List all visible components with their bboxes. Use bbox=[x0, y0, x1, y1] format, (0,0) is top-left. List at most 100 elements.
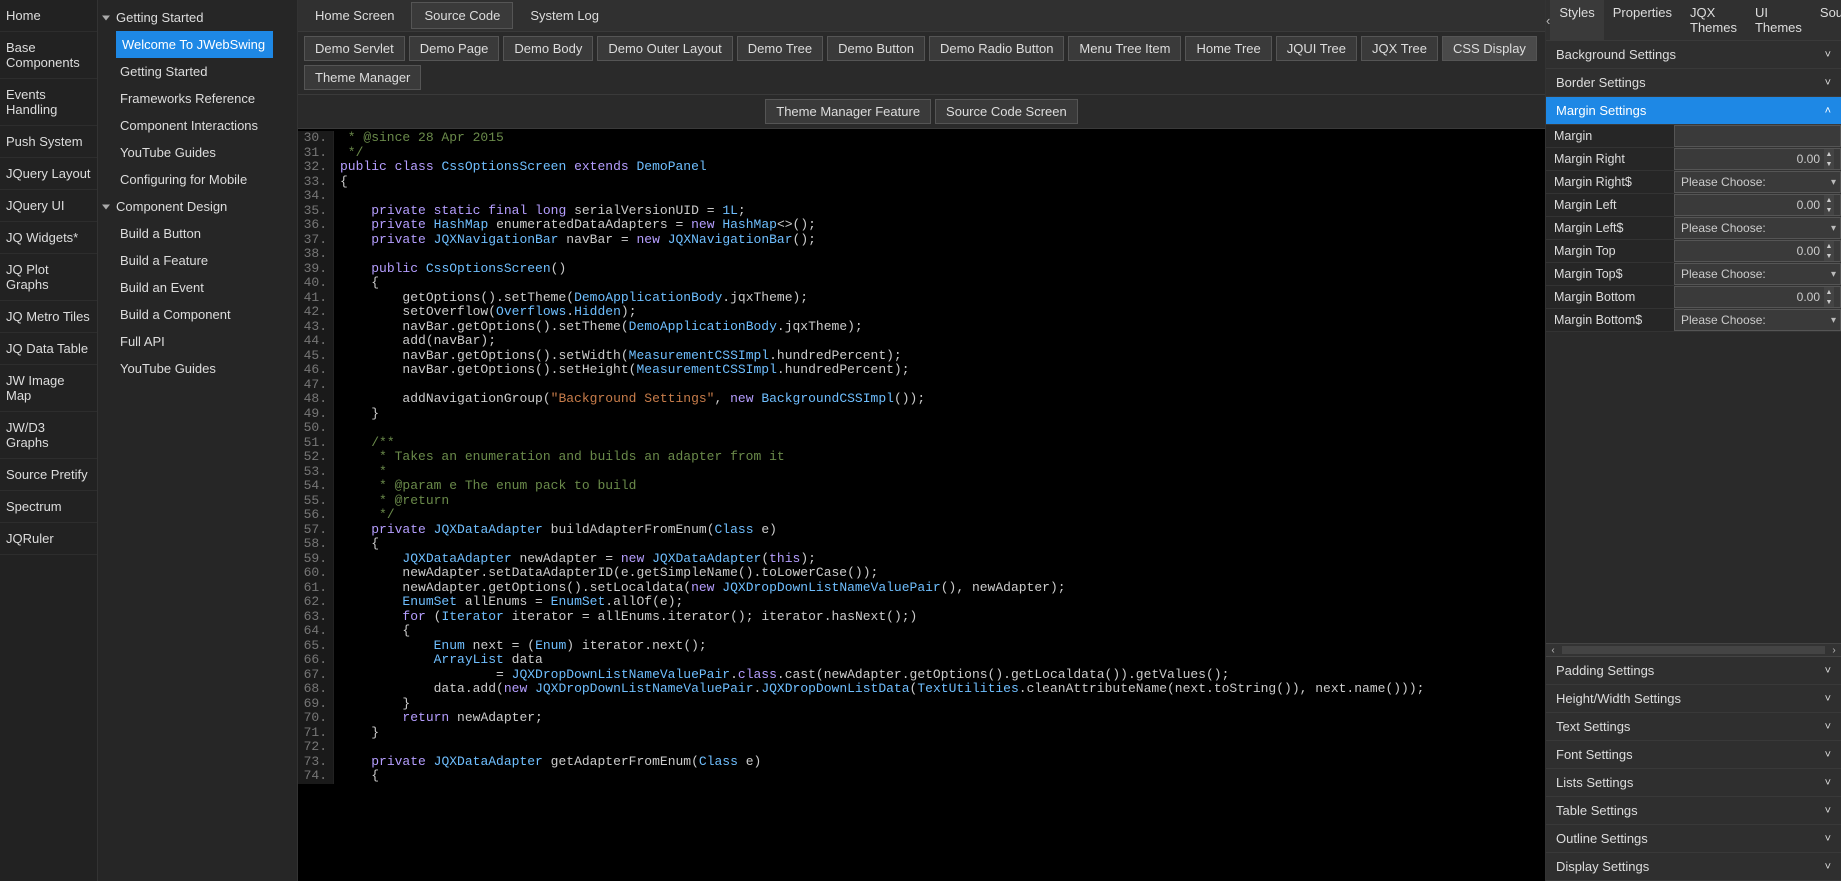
demo-button-row-2: Theme Manager FeatureSource Code Screen bbox=[298, 95, 1545, 129]
demo-button-demo-tree[interactable]: Demo Tree bbox=[737, 36, 823, 61]
tree-group-getting-started[interactable]: Getting Started bbox=[98, 4, 297, 31]
left-nav-item-jqruler[interactable]: JQRuler bbox=[0, 523, 97, 555]
demo-button-demo-servlet[interactable]: Demo Servlet bbox=[304, 36, 405, 61]
number-input[interactable]: 0.00▲▼ bbox=[1674, 286, 1841, 308]
right-tab-row: ‹ StylesPropertiesJQX ThemesUI ThemesSou… bbox=[1546, 0, 1841, 41]
tree-item-configuring-for-mobile[interactable]: Configuring for Mobile bbox=[98, 166, 297, 193]
left-nav-item-jq-widgets-[interactable]: JQ Widgets* bbox=[0, 222, 97, 254]
scroll-left-icon[interactable]: ‹ bbox=[1546, 645, 1560, 656]
tree-item-youtube-guides[interactable]: YouTube Guides bbox=[98, 355, 297, 382]
step-up-icon[interactable]: ▲ bbox=[1824, 195, 1834, 205]
code-line: 60. newAdapter.setDataAdapterID(e.getSim… bbox=[298, 566, 1545, 581]
section-margin-settings[interactable]: Margin Settings˄ bbox=[1546, 97, 1841, 125]
left-nav-item-spectrum[interactable]: Spectrum bbox=[0, 491, 97, 523]
tree-item-build-an-event[interactable]: Build an Event bbox=[98, 274, 297, 301]
tree-item-welcome-to-jwebswing[interactable]: Welcome To JWebSwing bbox=[116, 31, 273, 58]
right-tab-styles[interactable]: Styles bbox=[1550, 0, 1603, 40]
chevron-icon: ˅ bbox=[1825, 665, 1831, 677]
chevron-icon: ˅ bbox=[1825, 693, 1831, 705]
demo-button-demo-body[interactable]: Demo Body bbox=[503, 36, 593, 61]
step-up-icon[interactable]: ▲ bbox=[1824, 287, 1834, 297]
number-input[interactable]: 0.00▲▼ bbox=[1674, 240, 1841, 262]
dropdown-input[interactable]: Please Choose: bbox=[1674, 263, 1841, 285]
tree-item-component-interactions[interactable]: Component Interactions bbox=[98, 112, 297, 139]
right-panel-scroll-hint[interactable]: ‹ › bbox=[1546, 643, 1841, 657]
tree-item-youtube-guides[interactable]: YouTube Guides bbox=[98, 139, 297, 166]
prop-row-margin-top-: Margin Top$Please Choose: bbox=[1546, 263, 1841, 286]
left-nav-item-source-pretify[interactable]: Source Pretify bbox=[0, 459, 97, 491]
code-line: 32.public class CssOptionsScreen extends… bbox=[298, 160, 1545, 175]
scroll-right-icon[interactable]: › bbox=[1827, 645, 1841, 656]
chevron-icon: ˅ bbox=[1825, 77, 1831, 89]
section-outline-settings[interactable]: Outline Settings˅ bbox=[1546, 825, 1841, 853]
tree-item-build-a-feature[interactable]: Build a Feature bbox=[98, 247, 297, 274]
left-nav-item-jquery-layout[interactable]: JQuery Layout bbox=[0, 158, 97, 190]
right-tab-ui-themes[interactable]: UI Themes bbox=[1746, 0, 1811, 40]
right-panel: ‹ StylesPropertiesJQX ThemesUI ThemesSou… bbox=[1545, 0, 1841, 881]
tree-item-build-a-component[interactable]: Build a Component bbox=[98, 301, 297, 328]
section-display-settings[interactable]: Display Settings˅ bbox=[1546, 853, 1841, 881]
left-nav-item-jq-data-table[interactable]: JQ Data Table bbox=[0, 333, 97, 365]
left-nav-item-jw-d3-graphs[interactable]: JW/D3 Graphs bbox=[0, 412, 97, 459]
main-tab-system-log[interactable]: System Log bbox=[517, 2, 612, 29]
right-tab-jqx-themes[interactable]: JQX Themes bbox=[1681, 0, 1746, 40]
prop-label: Margin Bottom$ bbox=[1546, 313, 1674, 327]
dropdown-input[interactable]: Please Choose: bbox=[1674, 309, 1841, 331]
dropdown-input[interactable]: Please Choose: bbox=[1674, 217, 1841, 239]
step-up-icon[interactable]: ▲ bbox=[1824, 241, 1834, 251]
prop-label: Margin Right$ bbox=[1546, 175, 1674, 189]
step-up-icon[interactable]: ▲ bbox=[1824, 149, 1834, 159]
section-font-settings[interactable]: Font Settings˅ bbox=[1546, 741, 1841, 769]
section-background-settings[interactable]: Background Settings˅ bbox=[1546, 41, 1841, 69]
left-nav-item-home[interactable]: Home bbox=[0, 0, 97, 32]
demo-button-menu-tree-item[interactable]: Menu Tree Item bbox=[1068, 36, 1181, 61]
left-nav-item-push-system[interactable]: Push System bbox=[0, 126, 97, 158]
chevron-icon: ˄ bbox=[1825, 105, 1831, 117]
left-nav-item-jquery-ui[interactable]: JQuery UI bbox=[0, 190, 97, 222]
prop-row-margin-bottom-: Margin Bottom$Please Choose: bbox=[1546, 309, 1841, 332]
prop-label: Margin Bottom bbox=[1546, 290, 1674, 304]
section-table-settings[interactable]: Table Settings˅ bbox=[1546, 797, 1841, 825]
main-tab-home-screen[interactable]: Home Screen bbox=[302, 2, 407, 29]
section-border-settings[interactable]: Border Settings˅ bbox=[1546, 69, 1841, 97]
demo-button-css-display[interactable]: CSS Display bbox=[1442, 36, 1537, 61]
left-nav-item-base-components[interactable]: Base Components bbox=[0, 32, 97, 79]
left-nav-item-events-handling[interactable]: Events Handling bbox=[0, 79, 97, 126]
number-input[interactable]: 0.00▲▼ bbox=[1674, 148, 1841, 170]
right-tab-properties[interactable]: Properties bbox=[1604, 0, 1681, 40]
step-down-icon[interactable]: ▼ bbox=[1824, 159, 1834, 169]
demo-button-theme-manager[interactable]: Theme Manager bbox=[304, 65, 421, 90]
blank-input[interactable] bbox=[1674, 125, 1841, 147]
tree-item-full-api[interactable]: Full API bbox=[98, 328, 297, 355]
number-input[interactable]: 0.00▲▼ bbox=[1674, 194, 1841, 216]
main-tab-source-code[interactable]: Source Code bbox=[411, 2, 513, 29]
demo-button-theme-manager-feature[interactable]: Theme Manager Feature bbox=[765, 99, 931, 124]
section-height-width-settings[interactable]: Height/Width Settings˅ bbox=[1546, 685, 1841, 713]
demo-button-demo-outer-layout[interactable]: Demo Outer Layout bbox=[597, 36, 732, 61]
demo-button-jqx-tree[interactable]: JQX Tree bbox=[1361, 36, 1438, 61]
left-nav-item-jq-metro-tiles[interactable]: JQ Metro Tiles bbox=[0, 301, 97, 333]
demo-button-demo-page[interactable]: Demo Page bbox=[409, 36, 500, 61]
right-tab-source[interactable]: Source bbox=[1811, 0, 1841, 40]
dropdown-input[interactable]: Please Choose: bbox=[1674, 171, 1841, 193]
demo-button-demo-button[interactable]: Demo Button bbox=[827, 36, 925, 61]
section-padding-settings[interactable]: Padding Settings˅ bbox=[1546, 657, 1841, 685]
left-nav-item-jq-plot-graphs[interactable]: JQ Plot Graphs bbox=[0, 254, 97, 301]
step-down-icon[interactable]: ▼ bbox=[1824, 297, 1834, 307]
tree-item-build-a-button[interactable]: Build a Button bbox=[98, 220, 297, 247]
tree-group-component-design[interactable]: Component Design bbox=[98, 193, 297, 220]
demo-button-source-code-screen[interactable]: Source Code Screen bbox=[935, 99, 1078, 124]
code-line: 62. EnumSet allEnums = EnumSet.allOf(e); bbox=[298, 595, 1545, 610]
tree-item-getting-started[interactable]: Getting Started bbox=[98, 58, 297, 85]
tree-item-frameworks-reference[interactable]: Frameworks Reference bbox=[98, 85, 297, 112]
left-nav-item-jw-image-map[interactable]: JW Image Map bbox=[0, 365, 97, 412]
demo-button-demo-radio-button[interactable]: Demo Radio Button bbox=[929, 36, 1064, 61]
step-down-icon[interactable]: ▼ bbox=[1824, 205, 1834, 215]
demo-button-jqui-tree[interactable]: JQUI Tree bbox=[1276, 36, 1357, 61]
demo-button-home-tree[interactable]: Home Tree bbox=[1185, 36, 1271, 61]
section-lists-settings[interactable]: Lists Settings˅ bbox=[1546, 769, 1841, 797]
code-line: 45. navBar.getOptions().setWidth(Measure… bbox=[298, 349, 1545, 364]
code-editor[interactable]: 30. * @since 28 Apr 201531. */32.public … bbox=[298, 129, 1545, 881]
step-down-icon[interactable]: ▼ bbox=[1824, 251, 1834, 261]
section-text-settings[interactable]: Text Settings˅ bbox=[1546, 713, 1841, 741]
